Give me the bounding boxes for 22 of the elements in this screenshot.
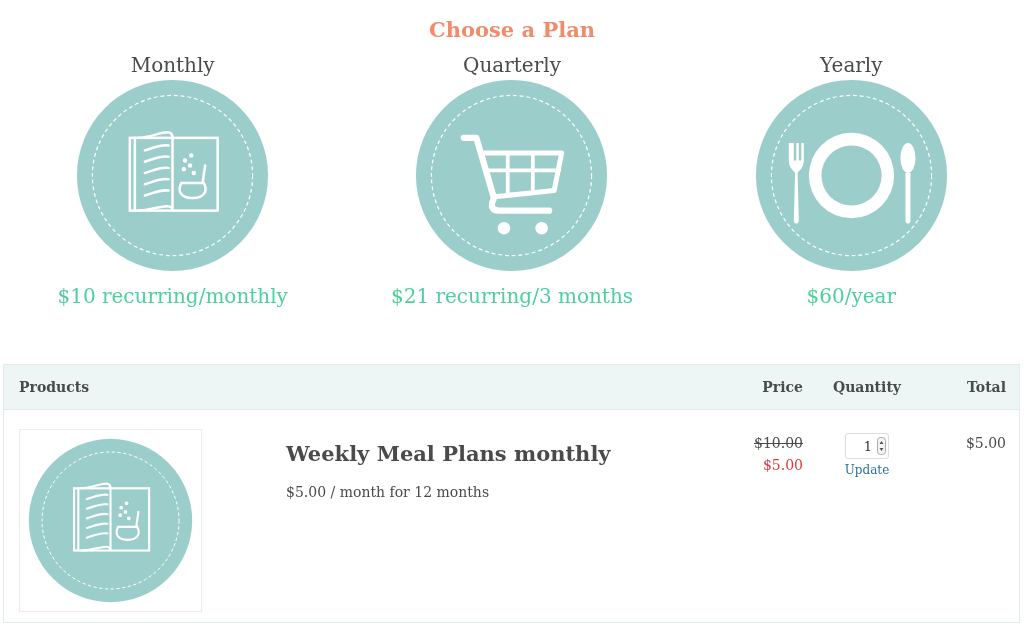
column-header: Price <box>761 379 804 395</box>
sale-price: $5.00 <box>762 456 803 475</box>
product-title: Weekly Meal Plans monthly <box>286 441 611 466</box>
recipe-book-icon <box>128 131 220 212</box>
shopping-cart-icon <box>461 134 565 235</box>
plan-name: Monthly <box>130 52 215 79</box>
plan-name: Yearly <box>820 52 883 79</box>
recipe-book-icon <box>72 482 151 552</box>
stepper-icon[interactable] <box>877 437 886 455</box>
plate-cutlery-icon <box>788 132 916 224</box>
plan-price: $21 recurring/3 months <box>390 283 634 310</box>
product-subtitle: $5.00 / month for 12 months <box>286 484 491 500</box>
plan-price: $10 recurring/monthly <box>57 283 288 310</box>
plan-name: Quarterly <box>463 52 561 79</box>
page-title: Choose a Plan <box>427 16 597 44</box>
column-header: Products <box>18 379 91 395</box>
column-header: Quantity <box>832 379 903 395</box>
column-header: Total <box>966 379 1007 395</box>
update-link[interactable]: Update <box>844 463 890 477</box>
regular-price: $10.00 <box>754 434 803 453</box>
plan-price: $60/year <box>806 283 897 310</box>
line-total: $5.00 <box>964 434 1007 453</box>
